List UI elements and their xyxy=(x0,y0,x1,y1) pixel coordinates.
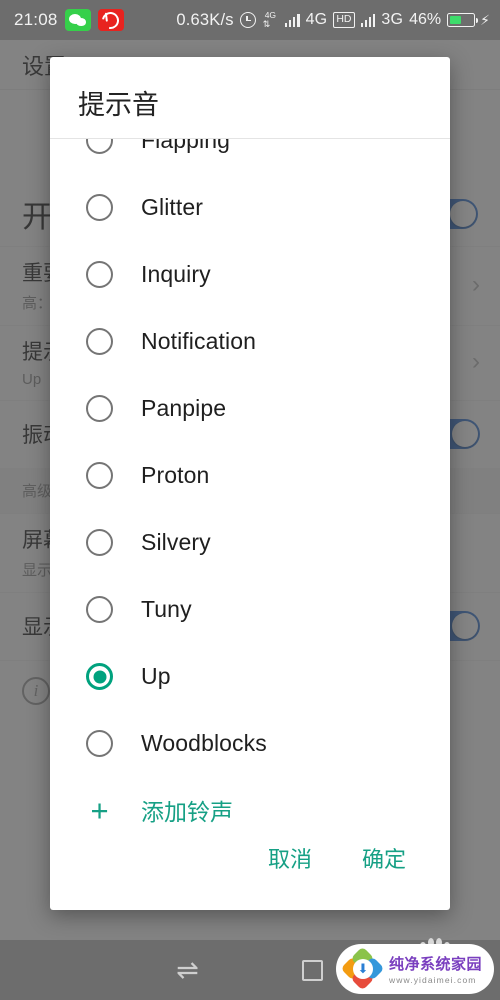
status-bar-left: 21:08 xyxy=(0,8,124,32)
add-ringtone-row[interactable]: + 添加铃声 xyxy=(50,777,450,826)
signal-bars-sim1-icon xyxy=(284,13,300,27)
radio-button-icon[interactable] xyxy=(86,596,113,623)
ringtone-option-row[interactable]: Notification xyxy=(50,308,450,375)
ringtone-list-scroll[interactable]: Flapping Glitter Inquiry Notification Panpip… xyxy=(50,139,450,826)
ringtone-option-label: Woodblocks xyxy=(141,730,267,756)
nav-placeholder-left xyxy=(0,940,125,1000)
charging-bolt-icon: ⚡ xyxy=(480,11,490,28)
ringtone-option-label: Tuny xyxy=(141,596,192,622)
radio-button-icon[interactable] xyxy=(86,139,113,154)
wechat-glyph-icon xyxy=(68,13,87,27)
network-speed-text: 0.63K/s xyxy=(176,10,234,29)
wechat-notification-icon xyxy=(64,9,91,31)
battery-icon xyxy=(447,13,479,27)
netease-music-notification-icon xyxy=(97,8,124,32)
status-bar: 21:08 0.63K/s 4G ⇅ 4G HD 3G 46% ⚡ xyxy=(0,0,500,40)
ringtone-option-row[interactable]: Woodblocks xyxy=(50,710,450,777)
radio-button-selected-icon[interactable] xyxy=(86,663,113,690)
radio-button-icon[interactable] xyxy=(86,730,113,757)
nav-switch-button[interactable]: ⇌ xyxy=(125,940,250,1000)
ringtone-option-label: Proton xyxy=(141,462,210,488)
ringtone-option-row[interactable]: Flapping xyxy=(50,139,450,174)
sim1-network-label: 4G xyxy=(305,11,328,28)
ringtone-option-label: Inquiry xyxy=(141,261,211,287)
watermark-site-name: 纯净系统家园 xyxy=(388,956,482,973)
signal-bars-sim2-icon xyxy=(360,13,376,27)
radio-button-icon[interactable] xyxy=(86,529,113,556)
ringtone-option-row[interactable]: Proton xyxy=(50,442,450,509)
netease-glyph-icon xyxy=(98,8,123,32)
ringtone-option-label: Panpipe xyxy=(141,395,227,421)
plus-icon: + xyxy=(90,792,109,826)
radio-button-icon[interactable] xyxy=(86,261,113,288)
ringtone-option-row[interactable]: Tuny xyxy=(50,576,450,643)
battery-percent-text: 46% xyxy=(409,11,442,28)
data-arrows-glyph: ⇅ xyxy=(262,19,270,29)
ringtone-option-row[interactable]: Glitter xyxy=(50,174,450,241)
site-watermark: ⬇ 纯净系统家园 www.yidaimei.com xyxy=(335,944,494,994)
ringtone-option-label: Up xyxy=(141,663,171,689)
radio-button-icon[interactable] xyxy=(86,395,113,422)
dialog-title: 提示音 xyxy=(50,57,450,139)
notification-sound-dialog: 提示音 Flapping Glitter Inquiry Notification Pa… xyxy=(50,57,450,910)
ringtone-option-list: Flapping Glitter Inquiry Notification Panpip… xyxy=(50,139,450,826)
ringtone-option-row[interactable]: Inquiry xyxy=(50,241,450,308)
phone-screen: 21:08 0.63K/s 4G ⇅ 4G HD 3G 46% ⚡ 提示音 Fl… xyxy=(0,0,500,1000)
add-ringtone-label: 添加铃声 xyxy=(141,799,233,825)
ringtone-option-label: Silvery xyxy=(141,529,211,555)
ringtone-option-label: Notification xyxy=(141,328,256,354)
radio-button-icon[interactable] xyxy=(86,328,113,355)
radio-button-icon[interactable] xyxy=(86,194,113,221)
status-clock: 21:08 xyxy=(14,10,58,29)
watermark-logo-icon: ⬇ xyxy=(340,946,385,991)
dialog-action-bar: 取消 确定 xyxy=(50,826,450,910)
sim2-network-label: 3G xyxy=(381,11,404,28)
ringtone-option-row[interactable]: Silvery xyxy=(50,509,450,576)
download-arrow-icon: ⬇ xyxy=(352,959,373,979)
ringtone-option-row[interactable]: Up xyxy=(50,643,450,710)
switch-arrows-icon: ⇌ xyxy=(176,954,199,985)
ringtone-option-label: Glitter xyxy=(141,194,204,220)
ringtone-option-row[interactable]: Panpipe xyxy=(50,375,450,442)
radio-button-icon[interactable] xyxy=(86,462,113,489)
status-bar-right: 0.63K/s 4G ⇅ 4G HD 3G 46% ⚡ xyxy=(176,11,500,30)
recents-square-icon xyxy=(302,959,323,981)
confirm-button[interactable]: 确定 xyxy=(360,836,408,880)
data-transfer-icon: 4G ⇅ xyxy=(262,11,279,29)
ringtone-option-label: Flapping xyxy=(141,139,231,153)
cancel-button[interactable]: 取消 xyxy=(266,836,314,880)
alarm-icon xyxy=(239,12,256,28)
volte-hd-icon: HD xyxy=(333,12,355,28)
watermark-url: www.yidaimei.com xyxy=(388,975,477,985)
